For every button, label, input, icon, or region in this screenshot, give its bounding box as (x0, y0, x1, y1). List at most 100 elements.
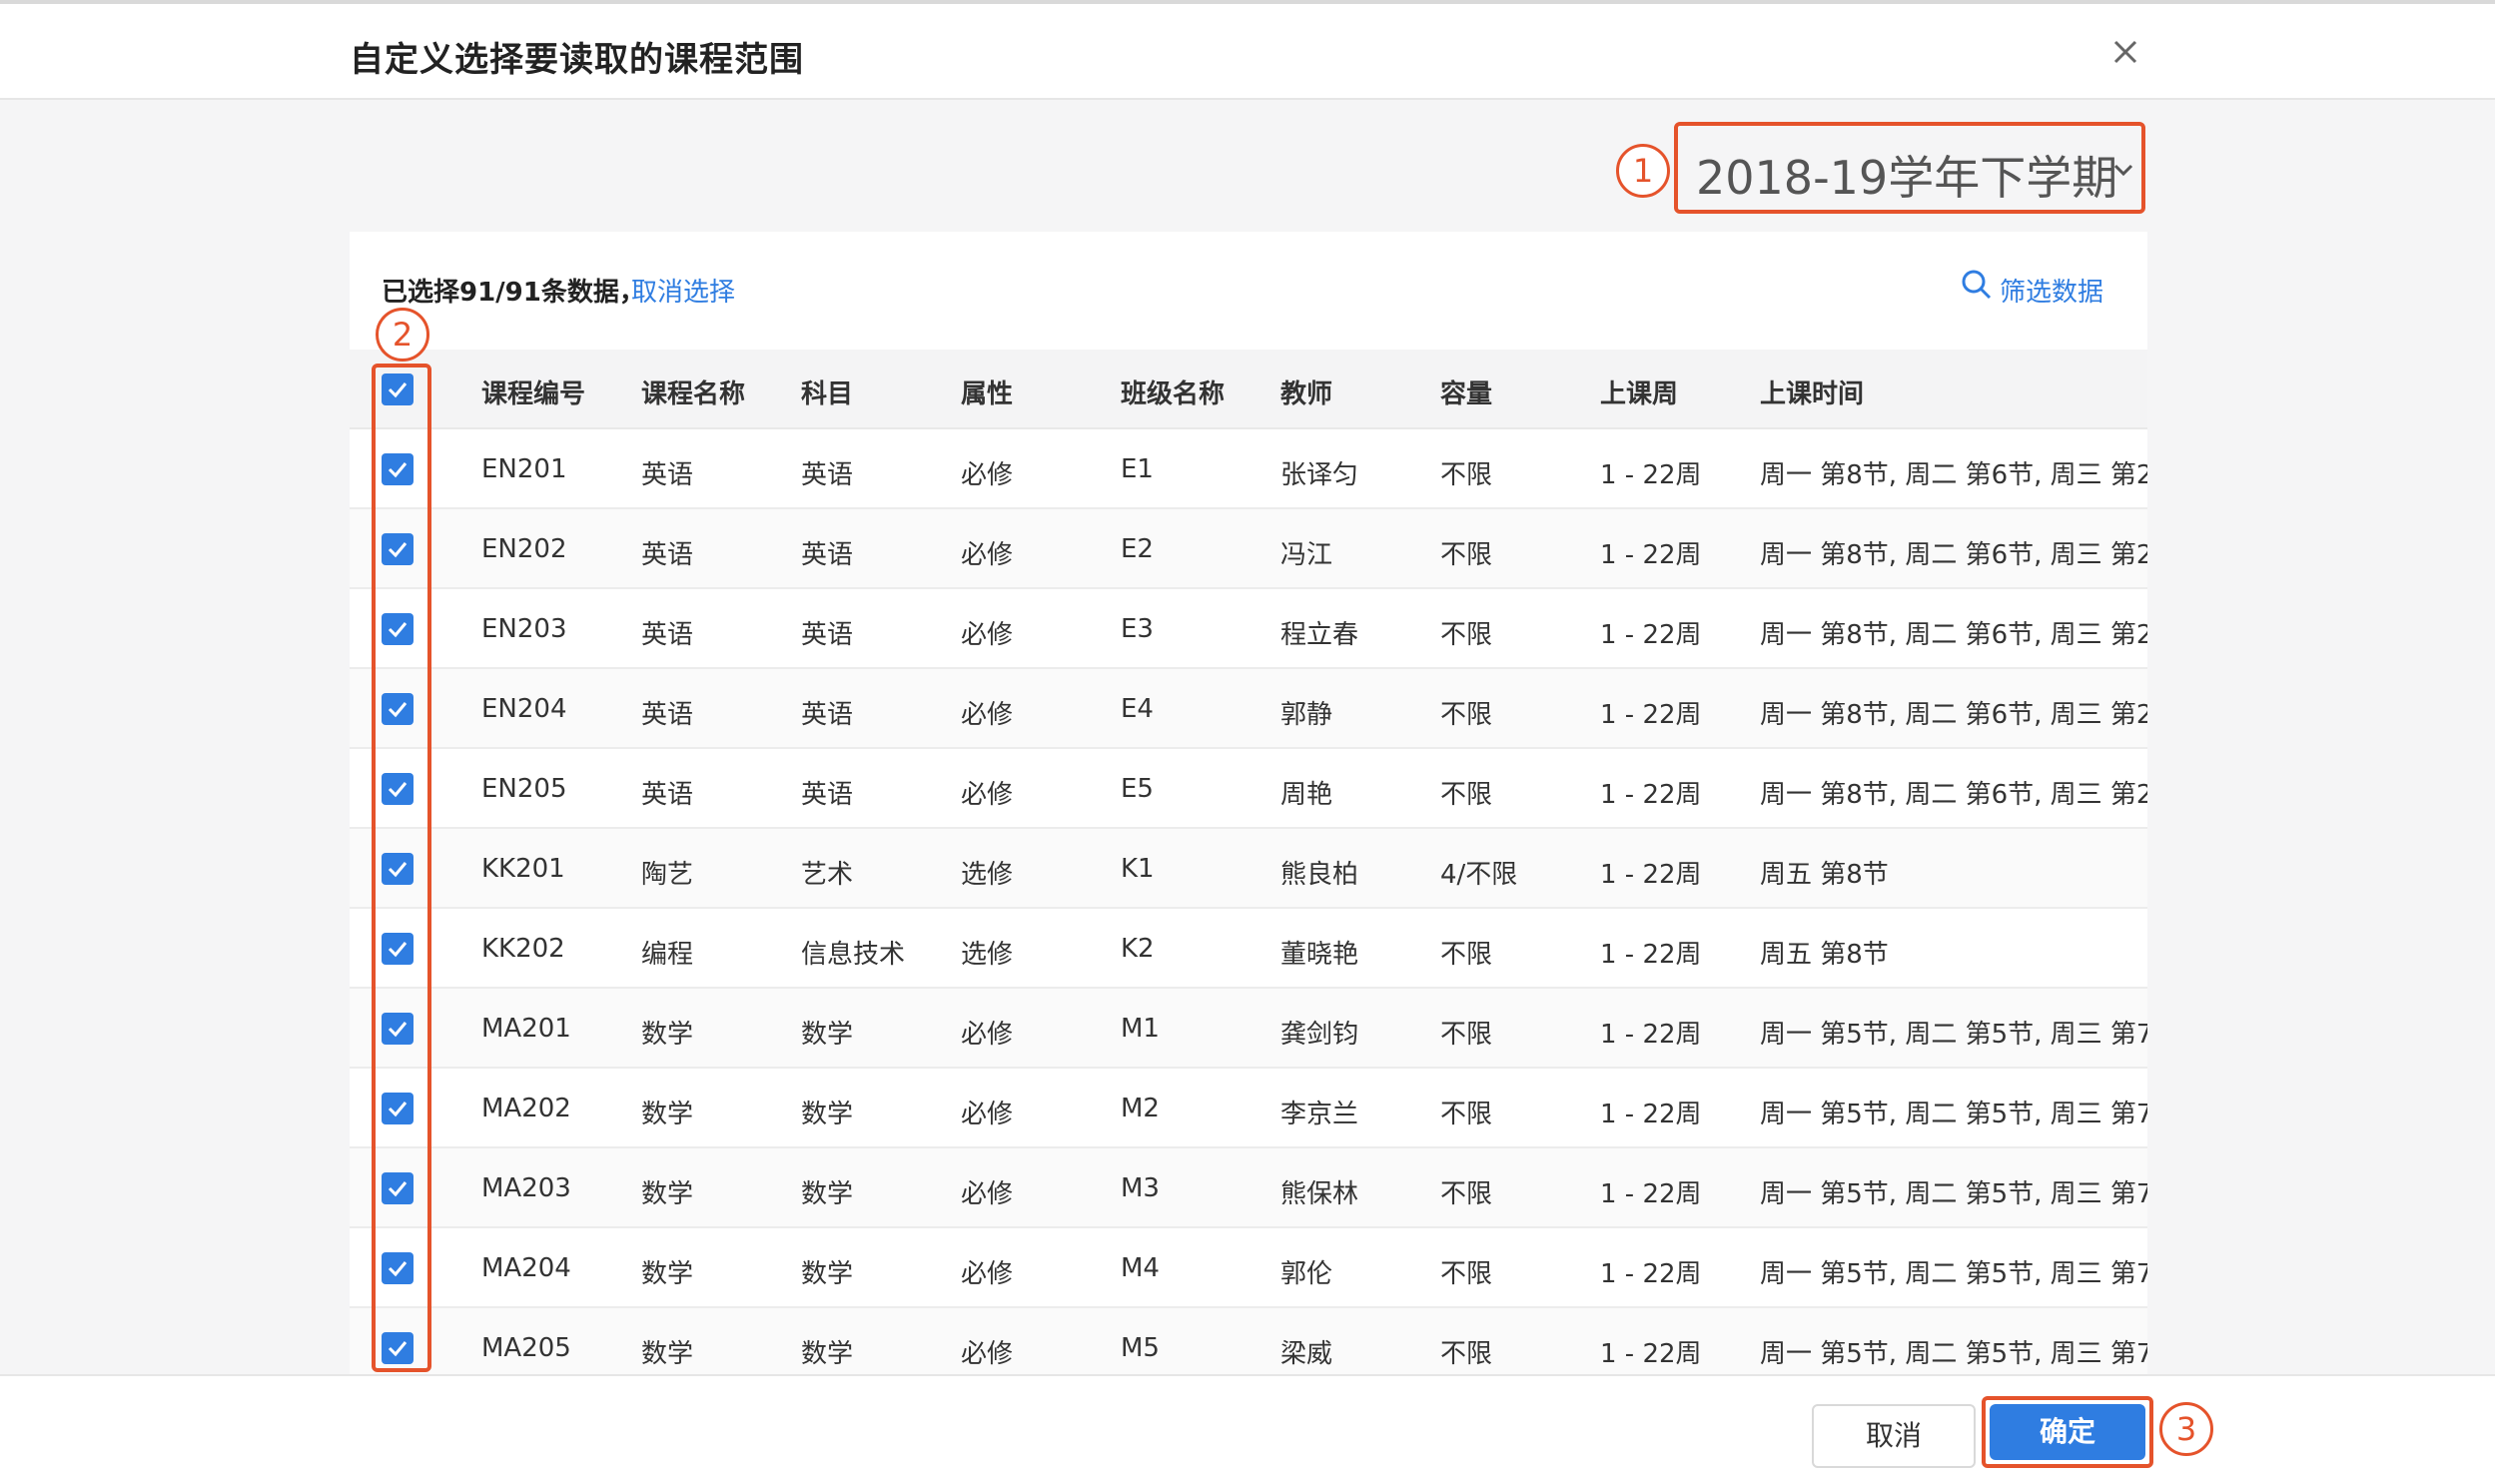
cell-teacher: 郭伦 (1280, 1259, 1333, 1289)
header-course-name[interactable]: 课程名称 (641, 373, 745, 410)
cell-time: 周一 第5节, 周二 第5节, 周三 第7节 (1760, 1020, 2147, 1050)
cell-teacher: 梁威 (1280, 1339, 1333, 1369)
checkbox-column-highlight (372, 364, 431, 1372)
cell-course-code: EN204 (481, 694, 567, 724)
cell-class-name: M1 (1121, 1014, 1160, 1044)
header-time[interactable]: 上课时间 (1760, 373, 1864, 410)
cell-time: 周一 第5节, 周二 第5节, 周三 第7节 (1760, 1259, 2147, 1289)
cell-course-name: 英语 (641, 620, 694, 650)
filter-data-link[interactable]: 筛选数据 (2000, 272, 2103, 309)
close-icon[interactable] (2105, 32, 2145, 72)
confirm-button[interactable]: 确定 (1990, 1404, 2145, 1460)
table-row[interactable]: MA201 数学 数学 必修 M1 龚剑钧 不限 1 - 22周 周一 第5节, 周二 第5节,… (350, 989, 2147, 1069)
search-icon[interactable] (1960, 268, 1994, 302)
cell-teacher: 周艳 (1280, 780, 1333, 810)
cell-capacity: 不限 (1440, 1339, 1493, 1369)
cell-course-name: 数学 (641, 1339, 694, 1369)
cell-attribute: 必修 (961, 1100, 1014, 1129)
cell-subject: 数学 (801, 1339, 854, 1369)
header-subject[interactable]: 科目 (801, 373, 853, 410)
cell-weeks: 1 - 22周 (1600, 940, 1702, 970)
cell-teacher: 郭静 (1280, 700, 1333, 730)
cell-weeks: 1 - 22周 (1600, 1100, 1702, 1129)
cell-attribute: 选修 (961, 860, 1014, 890)
header-weeks[interactable]: 上课周 (1600, 373, 1678, 410)
table-row[interactable]: KK202 编程 信息技术 选修 K2 董晓艳 不限 1 - 22周 周五 第8节 (350, 909, 2147, 989)
cell-teacher: 程立春 (1280, 620, 1359, 650)
term-select[interactable]: 2018-19学年下学期 (1674, 122, 2145, 214)
cell-subject: 数学 (801, 1259, 854, 1289)
cell-weeks: 1 - 22周 (1600, 540, 1702, 570)
table-row[interactable]: MA205 数学 数学 必修 M5 梁威 不限 1 - 22周 周一 第5节, 周二 第5节, … (350, 1308, 2147, 1376)
cell-course-code: MA201 (481, 1014, 571, 1044)
cell-subject: 英语 (801, 780, 854, 810)
cell-course-code: MA205 (481, 1333, 571, 1363)
cell-subject: 数学 (801, 1179, 854, 1209)
cell-capacity: 不限 (1440, 700, 1493, 730)
cancel-button[interactable]: 取消 (1812, 1404, 1976, 1468)
cell-class-name: E4 (1121, 694, 1154, 724)
cell-time: 周一 第5节, 周二 第5节, 周三 第7节 (1760, 1100, 2147, 1129)
table-row[interactable]: EN201 英语 英语 必修 E1 张译匀 不限 1 - 22周 周一 第8节, 周二 第6节,… (350, 429, 2147, 509)
dialog-footer: 取消 确定 3 (0, 1374, 2495, 1484)
cell-teacher: 李京兰 (1280, 1100, 1359, 1129)
header-class-name[interactable]: 班级名称 (1121, 373, 1225, 410)
cell-teacher: 冯江 (1280, 540, 1333, 570)
cell-course-code: MA202 (481, 1094, 571, 1123)
cell-time: 周一 第8节, 周二 第6节, 周三 第2节 (1760, 700, 2147, 730)
cell-course-name: 英语 (641, 540, 694, 570)
cell-attribute: 必修 (961, 1339, 1014, 1369)
header-teacher[interactable]: 教师 (1280, 373, 1332, 410)
table-header: 课程编号 课程名称 科目 属性 班级名称 教师 容量 上课周 上课时间 (350, 350, 2147, 429)
cell-weeks: 1 - 22周 (1600, 620, 1702, 650)
cell-course-code: EN201 (481, 454, 567, 484)
cell-attribute: 必修 (961, 700, 1014, 730)
table-row[interactable]: MA204 数学 数学 必修 M4 郭伦 不限 1 - 22周 周一 第5节, 周二 第5节, … (350, 1228, 2147, 1308)
cell-attribute: 必修 (961, 460, 1014, 490)
cell-course-name: 数学 (641, 1100, 694, 1129)
cell-course-name: 英语 (641, 700, 694, 730)
cell-capacity: 不限 (1440, 1179, 1493, 1209)
table-row[interactable]: MA203 数学 数学 必修 M3 熊保林 不限 1 - 22周 周一 第5节, 周二 第5节,… (350, 1148, 2147, 1228)
cell-time: 周五 第8节 (1760, 940, 1889, 970)
header-course-code[interactable]: 课程编号 (481, 373, 585, 410)
cell-course-name: 数学 (641, 1020, 694, 1050)
cell-time: 周五 第8节 (1760, 860, 1889, 890)
table-row[interactable]: EN205 英语 英语 必修 E5 周艳 不限 1 - 22周 周一 第8节, 周二 第6节, … (350, 749, 2147, 829)
cell-teacher: 熊良柏 (1280, 860, 1359, 890)
cell-course-name: 数学 (641, 1179, 694, 1209)
selection-count: 已选择91/91条数据， (382, 278, 645, 308)
cell-attribute: 选修 (961, 940, 1014, 970)
cell-subject: 数学 (801, 1020, 854, 1050)
cell-weeks: 1 - 22周 (1600, 1020, 1702, 1050)
table-row[interactable]: KK201 陶艺 艺术 选修 K1 熊良柏 4/不限 1 - 22周 周五 第8节 (350, 829, 2147, 909)
cell-time: 周一 第8节, 周二 第6节, 周三 第2节 (1760, 540, 2147, 570)
cell-class-name: E5 (1121, 774, 1154, 804)
cell-subject: 信息技术 (801, 940, 906, 970)
cell-attribute: 必修 (961, 1179, 1014, 1209)
chevron-down-icon (2113, 164, 2133, 177)
cell-capacity: 不限 (1440, 1259, 1493, 1289)
cell-teacher: 龚剑钧 (1280, 1020, 1359, 1050)
cell-capacity: 4/不限 (1440, 860, 1518, 890)
cell-course-code: EN203 (481, 614, 567, 644)
cell-attribute: 必修 (961, 540, 1014, 570)
table-row[interactable]: EN204 英语 英语 必修 E4 郭静 不限 1 - 22周 周一 第8节, 周二 第6节, … (350, 669, 2147, 749)
header-capacity[interactable]: 容量 (1440, 373, 1492, 410)
cancel-selection-link[interactable]: 取消选择 (631, 272, 735, 309)
cell-capacity: 不限 (1440, 780, 1493, 810)
table-row[interactable]: EN203 英语 英语 必修 E3 程立春 不限 1 - 22周 周一 第8节, 周二 第6节,… (350, 589, 2147, 669)
header-attribute[interactable]: 属性 (961, 373, 1013, 410)
cell-subject: 数学 (801, 1100, 854, 1129)
annotation-badge-2: 2 (376, 308, 429, 362)
cell-subject: 英语 (801, 620, 854, 650)
table-row[interactable]: MA202 数学 数学 必修 M2 李京兰 不限 1 - 22周 周一 第5节, 周二 第5节,… (350, 1069, 2147, 1148)
cell-weeks: 1 - 22周 (1600, 780, 1702, 810)
cell-class-name: E3 (1121, 614, 1154, 644)
cell-capacity: 不限 (1440, 620, 1493, 650)
cell-teacher: 张译匀 (1280, 460, 1359, 490)
cell-class-name: E2 (1121, 534, 1154, 564)
table-row[interactable]: EN202 英语 英语 必修 E2 冯江 不限 1 - 22周 周一 第8节, 周二 第6节, … (350, 509, 2147, 589)
cell-teacher: 熊保林 (1280, 1179, 1359, 1209)
cell-attribute: 必修 (961, 780, 1014, 810)
